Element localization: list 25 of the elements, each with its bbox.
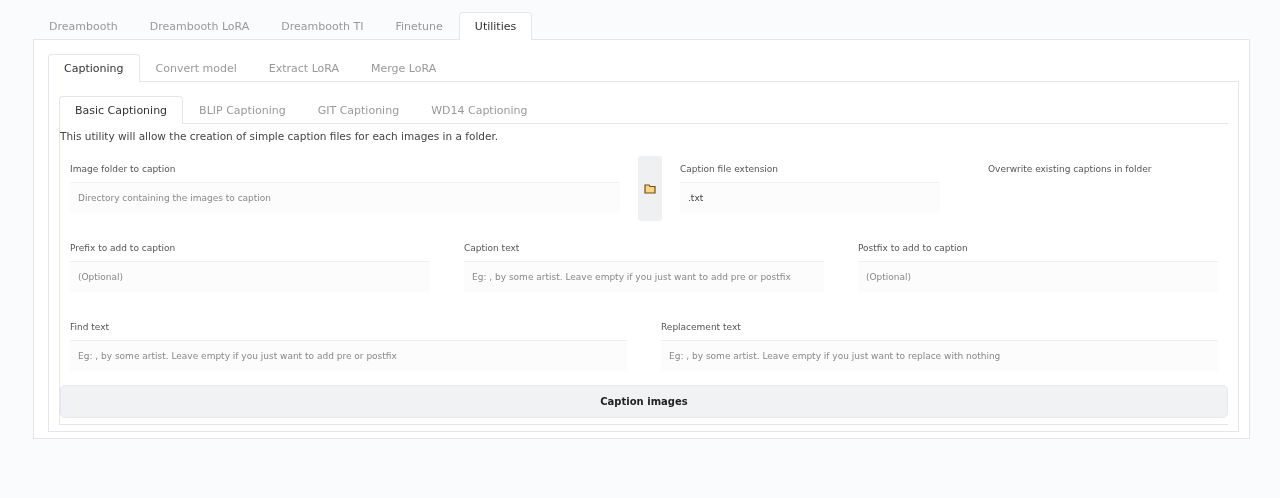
tab[interactable]: Finetune [379,12,459,40]
caption-button[interactable]: Caption images [60,385,1228,418]
description-text: This utility will allow the creation of simple caption files for each images in a folder. [60,129,500,144]
field-label: Replacement text [661,322,742,332]
tab[interactable]: Dreambooth LoRA [133,12,266,40]
folder-icon [644,183,656,194]
checkbox-label[interactable]: Overwrite existing captions in folder [988,164,1218,174]
tab[interactable]: WD14 Captioning [415,96,544,124]
field-label: Image folder to caption [70,164,177,174]
field-label: Postfix to add to caption [858,243,969,253]
field-label: Caption text [464,243,521,253]
tab[interactable]: Merge LoRA [355,54,453,82]
field-label: Find text [70,322,111,332]
tab[interactable]: Extract LoRA [252,54,356,82]
tab[interactable]: GIT Captioning [301,96,416,124]
tab[interactable]: Utilities [458,12,533,40]
tab[interactable]: Captioning [48,54,140,82]
tab[interactable]: Basic Captioning [59,96,184,124]
field-label: Prefix to add to caption [70,243,177,253]
tab[interactable]: Convert model [139,54,253,82]
field-label: Caption file extension [680,164,780,174]
tab[interactable]: Dreambooth [33,12,134,40]
tab[interactable]: BLIP Captioning [183,96,302,124]
tab[interactable]: Dreambooth TI [265,12,380,40]
folder-button[interactable] [638,156,662,221]
